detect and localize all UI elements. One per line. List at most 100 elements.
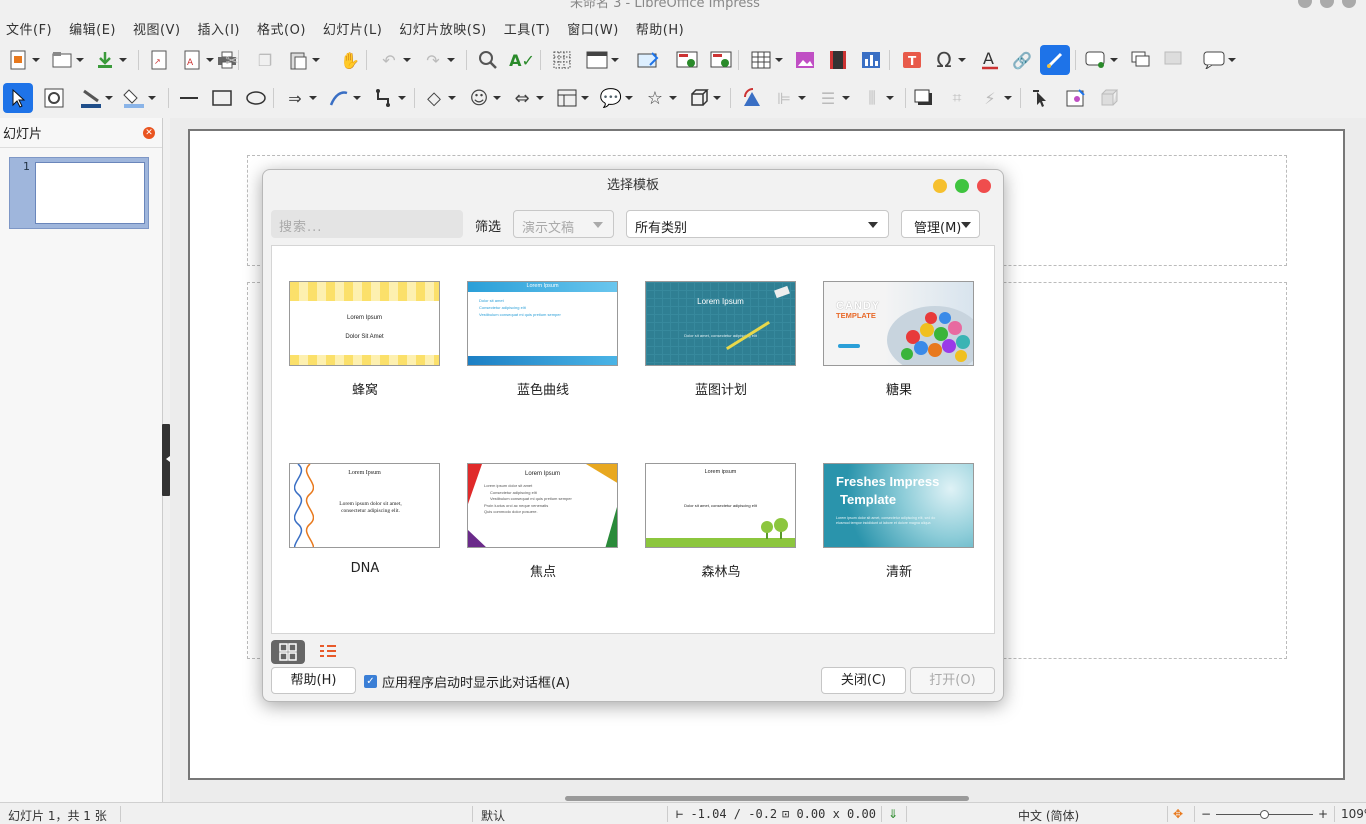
line-color-icon[interactable] bbox=[79, 86, 113, 110]
redo-icon[interactable]: ↷ bbox=[421, 48, 455, 72]
fill-color-icon[interactable] bbox=[122, 86, 156, 110]
media-icon[interactable] bbox=[826, 48, 850, 72]
category-select[interactable]: 所有类别 bbox=[626, 210, 889, 238]
image-icon[interactable] bbox=[793, 48, 817, 72]
glue-points-icon[interactable] bbox=[1064, 86, 1088, 110]
select-pointer-icon[interactable] bbox=[3, 83, 33, 113]
toggle-extrusion-icon[interactable] bbox=[1097, 86, 1121, 110]
minimize-button[interactable] bbox=[1298, 0, 1312, 8]
undo-icon[interactable]: ↶ bbox=[377, 48, 411, 72]
zoom-in-icon[interactable]: + bbox=[1318, 807, 1328, 821]
show-on-startup-checkbox[interactable]: ✓ 应用程序启动时显示此对话框(A) bbox=[364, 672, 570, 691]
list-view-button[interactable] bbox=[311, 640, 345, 664]
menu-format[interactable]: 格式(O) bbox=[257, 19, 306, 38]
menu-tools[interactable]: 工具(T) bbox=[504, 19, 551, 38]
line-icon[interactable] bbox=[177, 86, 201, 110]
open-button[interactable]: 打开(O) bbox=[910, 667, 995, 694]
zoom-pan-icon[interactable] bbox=[42, 86, 66, 110]
display-views-icon[interactable] bbox=[585, 48, 619, 72]
template-fresh[interactable]: Freshes Impress Template Lorem ipsum dol… bbox=[823, 463, 975, 580]
zoom-slider-thumb[interactable] bbox=[1260, 810, 1269, 819]
stars-icon[interactable]: ☆ bbox=[643, 86, 677, 110]
dialog-close-button[interactable] bbox=[977, 179, 991, 193]
language-status[interactable]: 中文 (简体) bbox=[1018, 807, 1079, 824]
template-blueprint[interactable]: Lorem Ipsum Dolor sit amet, consectetur … bbox=[645, 281, 797, 398]
shadow-icon[interactable] bbox=[912, 86, 936, 110]
rectangle-icon[interactable] bbox=[210, 86, 234, 110]
export-pdf-icon[interactable]: A bbox=[180, 48, 214, 72]
menu-window[interactable]: 窗口(W) bbox=[567, 19, 619, 38]
template-honeycomb[interactable]: Lorem Ipsum Dolor Sit Amet 蜂窝 bbox=[289, 281, 441, 398]
spellcheck-icon[interactable]: A✓ bbox=[509, 48, 535, 72]
align-objects-icon[interactable]: ⊫ bbox=[772, 86, 806, 110]
dialog-maximize-button[interactable] bbox=[955, 179, 969, 193]
delete-slide-icon[interactable] bbox=[1162, 48, 1186, 72]
distribute-icon[interactable]: ⫼ bbox=[860, 86, 894, 110]
flowchart-icon[interactable] bbox=[555, 86, 589, 110]
ellipse-icon[interactable] bbox=[244, 86, 268, 110]
close-button[interactable]: 关闭(C) bbox=[821, 667, 906, 694]
block-arrows-icon[interactable]: ⇔ bbox=[510, 86, 544, 110]
line-arrow-icon[interactable]: ⇒ bbox=[283, 86, 317, 110]
crop-icon[interactable]: ⌗ bbox=[945, 86, 969, 110]
comment-icon[interactable] bbox=[1084, 48, 1118, 72]
menu-file[interactable]: 文件(F) bbox=[6, 19, 52, 38]
maximize-button[interactable] bbox=[1320, 0, 1334, 8]
toggle-point-edit-icon[interactable] bbox=[1029, 86, 1053, 110]
template-dna[interactable]: Lorem Ipsum Lorem ipsum dolor sit amet, … bbox=[289, 463, 441, 576]
zoom-out-icon[interactable]: − bbox=[1201, 807, 1211, 821]
pane-collapse-handle[interactable] bbox=[162, 424, 170, 496]
rotate-icon[interactable] bbox=[740, 86, 764, 110]
menu-slideshow[interactable]: 幻灯片放映(S) bbox=[399, 19, 486, 38]
template-blue-curve[interactable]: Lorem Ipsum Dolor sit amet Consectetur a… bbox=[467, 281, 619, 398]
zoom-percent[interactable]: 109% bbox=[1341, 807, 1366, 821]
menu-insert[interactable]: 插入(I) bbox=[198, 19, 240, 38]
menu-edit[interactable]: 编辑(E) bbox=[69, 19, 116, 38]
curve-icon[interactable] bbox=[327, 86, 361, 110]
template-candy[interactable]: CANDY TEMPLATE 糖果 bbox=[823, 281, 975, 398]
thumbnail-view-button[interactable] bbox=[271, 640, 305, 664]
start-current-slide-icon[interactable] bbox=[709, 48, 733, 72]
fontwork-icon[interactable]: A bbox=[978, 48, 1002, 72]
slide-thumbnail[interactable]: 1 bbox=[9, 157, 149, 229]
3d-objects-icon[interactable] bbox=[687, 86, 721, 110]
open-icon[interactable] bbox=[50, 48, 84, 72]
manage-button[interactable]: 管理(M) bbox=[901, 210, 980, 238]
master-slide-icon[interactable] bbox=[636, 48, 660, 72]
filter-type-select[interactable]: 演示文稿 bbox=[513, 210, 614, 238]
symbol-shapes-icon[interactable]: ☺ bbox=[467, 86, 501, 110]
display-grid-icon[interactable] bbox=[550, 48, 574, 72]
basic-shapes-icon[interactable]: ◇ bbox=[422, 86, 456, 110]
filter-icon[interactable]: ⚡ bbox=[978, 86, 1012, 110]
menu-help[interactable]: 帮助(H) bbox=[636, 19, 684, 38]
menu-view[interactable]: 视图(V) bbox=[133, 19, 181, 38]
horizontal-scrollbar[interactable] bbox=[565, 796, 969, 801]
connector-icon[interactable] bbox=[372, 86, 406, 110]
hyperlink-icon[interactable]: 🔗 bbox=[1010, 48, 1034, 72]
export-icon[interactable]: ↗ bbox=[147, 48, 171, 72]
dialog-minimize-button[interactable] bbox=[933, 179, 947, 193]
new-document-icon[interactable] bbox=[6, 48, 40, 72]
arrange-icon[interactable]: ☰ bbox=[816, 86, 850, 110]
scissors-icon[interactable]: ✂ bbox=[220, 48, 244, 72]
checkbox-checked-icon[interactable]: ✓ bbox=[364, 675, 377, 688]
master-layout-name[interactable]: 默认 bbox=[481, 807, 505, 824]
textbox-icon[interactable]: T bbox=[900, 48, 924, 72]
close-window-button[interactable] bbox=[1342, 0, 1356, 8]
table-icon[interactable] bbox=[749, 48, 783, 72]
template-search-input[interactable]: 搜索... bbox=[271, 210, 463, 238]
duplicate-slide-icon[interactable] bbox=[1129, 48, 1153, 72]
copy-icon[interactable]: ❐ bbox=[253, 48, 277, 72]
close-pane-icon[interactable]: ✕ bbox=[143, 127, 155, 139]
help-button[interactable]: 帮助(H) bbox=[271, 667, 356, 694]
clone-formatting-icon[interactable]: ✋ bbox=[338, 48, 362, 72]
start-first-slide-icon[interactable] bbox=[675, 48, 699, 72]
menu-slide[interactable]: 幻灯片(L) bbox=[323, 19, 382, 38]
save-icon[interactable] bbox=[93, 48, 127, 72]
callout-icon[interactable] bbox=[1202, 48, 1236, 72]
find-replace-icon[interactable] bbox=[476, 48, 500, 72]
template-focus[interactable]: Lorem Ipsum Lorem ipsum dolor sit amet C… bbox=[467, 463, 619, 580]
template-forest-bird[interactable]: Lorem ipsum Dolor sit amet, consectetur … bbox=[645, 463, 797, 580]
callouts-icon[interactable]: 💬 bbox=[599, 86, 633, 110]
paste-icon[interactable] bbox=[286, 48, 320, 72]
